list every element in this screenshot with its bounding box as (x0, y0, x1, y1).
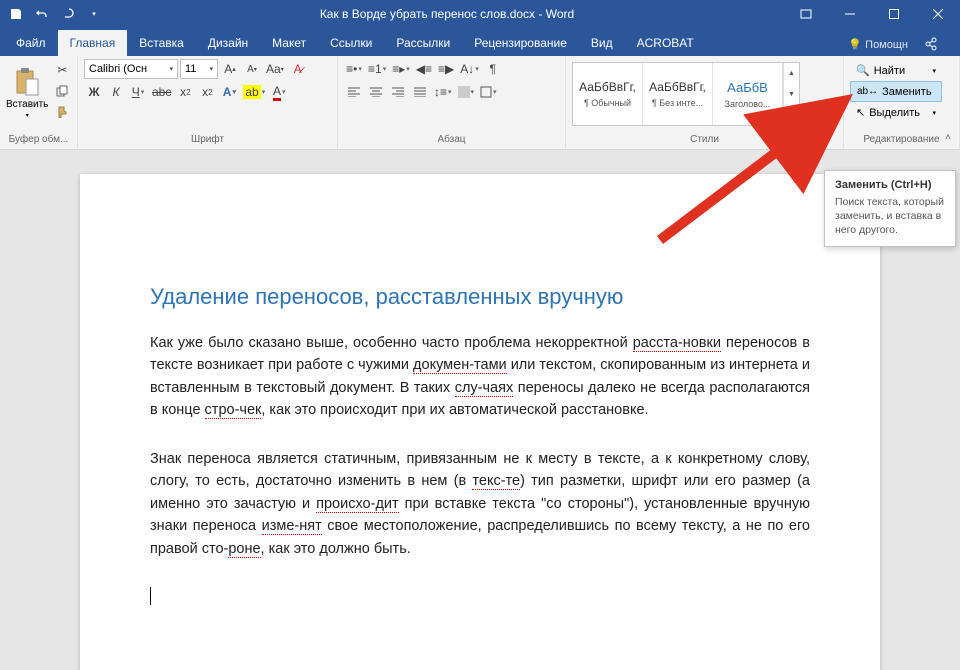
gallery-scroll: ▲ ▼ ▾ (783, 63, 799, 125)
justify-icon[interactable] (410, 82, 430, 102)
group-clipboard: Вставить ▾ ✂ Буфер обм... (0, 56, 78, 149)
tell-me-icon[interactable]: 💡 Помощн (848, 38, 908, 51)
copy-icon[interactable] (52, 81, 72, 101)
font-group-label: Шрифт (84, 132, 331, 149)
style-nospacing[interactable]: АаБбВвГг,¶ Без инте... (643, 63, 713, 125)
doc-paragraph-2: Знак переноса является статичным, привяз… (150, 448, 810, 560)
tooltip-title: Заменить (Ctrl+H) (835, 179, 945, 191)
group-styles: АаБбВвГг,¶ Обычный АаБбВвГг,¶ Без инте..… (566, 56, 844, 149)
save-icon[interactable] (4, 2, 28, 26)
redo-icon[interactable] (56, 2, 80, 26)
find-button[interactable]: 🔍Найти▾ (850, 60, 942, 81)
tooltip-body: Поиск текста, который заменить, и вставк… (835, 195, 945, 238)
line-spacing-icon[interactable]: ↕≡ (432, 82, 454, 102)
highlight-icon[interactable]: ab (241, 82, 267, 102)
doc-paragraph-1: Как уже было сказано выше, особенно част… (150, 332, 810, 422)
font-color-icon[interactable]: A (269, 82, 289, 102)
clipboard-label: Буфер обм... (6, 132, 71, 149)
replace-button[interactable]: ab↔Заменить (850, 81, 942, 102)
gallery-down-icon[interactable]: ▼ (784, 84, 799, 105)
text-effects-icon[interactable]: A (219, 82, 239, 102)
styles-group-label: Стили (572, 132, 837, 149)
numbering-icon[interactable]: ≡1 (366, 59, 388, 79)
bold-icon[interactable]: Ж (84, 82, 104, 102)
tab-view[interactable]: Вид (579, 30, 625, 56)
title-bar: ▾ Как в Ворде убрать перенос слов.docx -… (0, 0, 960, 28)
font-name-combo[interactable]: Calibri (Осн▾ (84, 59, 178, 79)
cut-icon[interactable]: ✂ (52, 60, 72, 80)
shading-icon[interactable] (456, 82, 477, 102)
decrease-indent-icon[interactable]: ◀≡ (414, 59, 434, 79)
align-left-icon[interactable] (344, 82, 364, 102)
change-case-icon[interactable]: Aa▾ (264, 59, 286, 79)
strike-icon[interactable]: abc (150, 82, 173, 102)
subscript-icon[interactable]: x2 (175, 82, 195, 102)
show-marks-icon[interactable]: ¶ (483, 59, 503, 79)
tab-layout[interactable]: Макет (260, 30, 318, 56)
font-size-combo[interactable]: 11▾ (180, 59, 218, 79)
text-cursor (150, 587, 151, 605)
document-area[interactable]: Удаление переносов, расставленных вручну… (0, 150, 960, 670)
style-heading1[interactable]: АаБбВЗаголово... (713, 63, 783, 125)
align-center-icon[interactable] (366, 82, 386, 102)
share-icon[interactable] (916, 32, 946, 56)
window-controls (784, 0, 960, 28)
underline-icon[interactable]: Ч (128, 82, 148, 102)
ribbon-display-icon[interactable] (784, 0, 828, 28)
maximize-icon[interactable] (872, 0, 916, 28)
clear-format-icon[interactable]: A̷ (288, 59, 308, 79)
format-painter-icon[interactable] (52, 102, 72, 122)
superscript-icon[interactable]: x2 (197, 82, 217, 102)
collapse-ribbon-icon[interactable]: ˄ (940, 129, 956, 145)
borders-icon[interactable] (478, 82, 499, 102)
tab-home[interactable]: Главная (58, 30, 128, 56)
search-icon: 🔍 (856, 64, 870, 77)
ribbon-tabs: Файл Главная Вставка Дизайн Макет Ссылки… (0, 28, 960, 56)
sort-icon[interactable]: A↓ (458, 59, 481, 79)
select-button[interactable]: ↖Выделить▾ (850, 102, 942, 123)
grow-font-icon[interactable]: A▴ (220, 59, 240, 79)
ribbon: Вставить ▾ ✂ Буфер обм... Calibri (Осн▾ … (0, 56, 960, 150)
styles-gallery: АаБбВвГг,¶ Обычный АаБбВвГг,¶ Без инте..… (572, 62, 800, 126)
quick-access-toolbar: ▾ (0, 2, 110, 26)
group-paragraph: ≡• ≡1 ≡▸ ◀≡ ≡▶ A↓ ¶ ↕≡ Абзац (338, 56, 566, 149)
gallery-up-icon[interactable]: ▲ (784, 63, 799, 84)
replace-tooltip: Заменить (Ctrl+H) Поиск текста, который … (824, 170, 956, 247)
tab-design[interactable]: Дизайн (196, 30, 260, 56)
qat-customize-icon[interactable]: ▾ (82, 2, 106, 26)
doc-heading: Удаление переносов, расставленных вручну… (150, 284, 810, 310)
tab-acrobat[interactable]: ACROBAT (625, 30, 706, 56)
bullets-icon[interactable]: ≡• (344, 59, 364, 79)
align-right-icon[interactable] (388, 82, 408, 102)
style-normal[interactable]: АаБбВвГг,¶ Обычный (573, 63, 643, 125)
tell-me-label: Помощн (865, 39, 908, 51)
paste-label: Вставить (6, 99, 48, 110)
gallery-expand-icon[interactable]: ▾ (784, 104, 799, 125)
replace-icon: ab↔ (857, 86, 878, 97)
italic-icon[interactable]: К (106, 82, 126, 102)
tab-file[interactable]: Файл (4, 30, 58, 56)
tab-references[interactable]: Ссылки (318, 30, 384, 56)
minimize-icon[interactable] (828, 0, 872, 28)
paste-button[interactable]: Вставить ▾ (6, 58, 48, 128)
tab-mailings[interactable]: Рассылки (384, 30, 462, 56)
paragraph-group-label: Абзац (344, 132, 559, 149)
close-icon[interactable] (916, 0, 960, 28)
tab-insert[interactable]: Вставка (127, 30, 196, 56)
cursor-icon: ↖ (856, 106, 865, 119)
page: Удаление переносов, расставленных вручну… (80, 174, 880, 670)
multilevel-icon[interactable]: ≡▸ (390, 59, 412, 79)
shrink-font-icon[interactable]: A▾ (242, 59, 262, 79)
undo-icon[interactable] (30, 2, 54, 26)
window-title: Как в Ворде убрать перенос слов.docx - W… (110, 7, 784, 21)
editing-group-label: Редактирование (850, 132, 953, 149)
increase-indent-icon[interactable]: ≡▶ (436, 59, 456, 79)
group-font: Calibri (Осн▾ 11▾ A▴ A▾ Aa▾ A̷ Ж К Ч abc… (78, 56, 338, 149)
tab-review[interactable]: Рецензирование (462, 30, 579, 56)
